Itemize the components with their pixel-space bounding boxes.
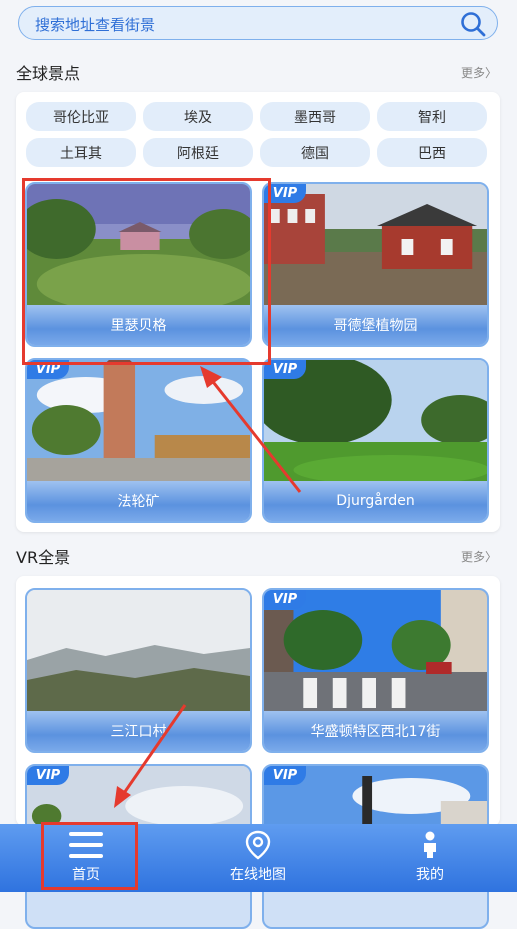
- country-chip[interactable]: 巴西: [377, 138, 487, 167]
- country-chip[interactable]: 智利: [377, 102, 487, 131]
- card-label: 里瑟贝格: [27, 305, 250, 345]
- vr-section-title: VR全景: [16, 548, 71, 567]
- person-icon: [424, 831, 436, 858]
- country-chip[interactable]: 墨西哥: [260, 102, 370, 131]
- tab-online-map[interactable]: 在线地图: [208, 830, 308, 884]
- search-input[interactable]: 搜索地址查看街景: [35, 14, 155, 35]
- country-chip[interactable]: 哥伦比亚: [26, 102, 136, 131]
- scenic-photo: [27, 360, 250, 485]
- tab-online-map-label: 在线地图: [230, 867, 286, 883]
- vip-badge: VIP: [264, 184, 306, 203]
- tab-home[interactable]: 首页: [36, 830, 136, 884]
- vr-photo: [264, 590, 487, 715]
- search-icon[interactable]: [459, 10, 487, 38]
- card-label: 三江口村: [27, 711, 250, 751]
- scenic-card[interactable]: VIP 法轮矿: [25, 358, 252, 523]
- global-section-title: 全球景点: [16, 64, 81, 83]
- search-bar[interactable]: 搜索地址查看街景: [18, 6, 498, 40]
- country-chip[interactable]: 土耳其: [26, 138, 136, 167]
- country-chip[interactable]: 阿根廷: [143, 138, 253, 167]
- tab-profile-label: 我的: [416, 867, 444, 883]
- card-label: Djurgården: [264, 481, 487, 521]
- vr-photo: [27, 590, 250, 715]
- tab-profile[interactable]: 我的: [380, 830, 480, 884]
- vr-card[interactable]: 三江口村: [25, 588, 252, 753]
- country-grid: 哥伦比亚 埃及 墨西哥 智利 土耳其 阿根廷 德国 巴西: [26, 102, 490, 167]
- scenic-card[interactable]: 里瑟贝格: [25, 182, 252, 347]
- vip-badge: VIP: [27, 766, 69, 785]
- card-label: 华盛顿特区西北17街: [264, 711, 487, 751]
- vr-more-link[interactable]: 更多〉: [461, 548, 497, 565]
- vip-badge: VIP: [27, 360, 69, 379]
- scenic-photo: [264, 360, 487, 485]
- vr-card[interactable]: VIP 华盛顿特区西北17街: [262, 588, 489, 753]
- menu-icon: [69, 832, 103, 858]
- country-chip[interactable]: 埃及: [143, 102, 253, 131]
- scenic-photo: [27, 184, 250, 309]
- bottom-tab-bar: 首页 在线地图 我的: [0, 824, 517, 892]
- scenic-photo: [264, 184, 487, 309]
- global-more-link[interactable]: 更多〉: [461, 64, 497, 81]
- scenic-card[interactable]: VIP 哥德堡植物园: [262, 182, 489, 347]
- card-label: 哥德堡植物园: [264, 305, 487, 345]
- map-pin-icon: [245, 830, 271, 860]
- vip-badge: VIP: [264, 360, 306, 379]
- vip-badge: VIP: [264, 590, 306, 609]
- tab-home-label: 首页: [72, 867, 100, 883]
- scenic-card[interactable]: VIP Djurgården: [262, 358, 489, 523]
- card-label: 法轮矿: [27, 481, 250, 521]
- country-chip[interactable]: 德国: [260, 138, 370, 167]
- vip-badge: VIP: [264, 766, 306, 785]
